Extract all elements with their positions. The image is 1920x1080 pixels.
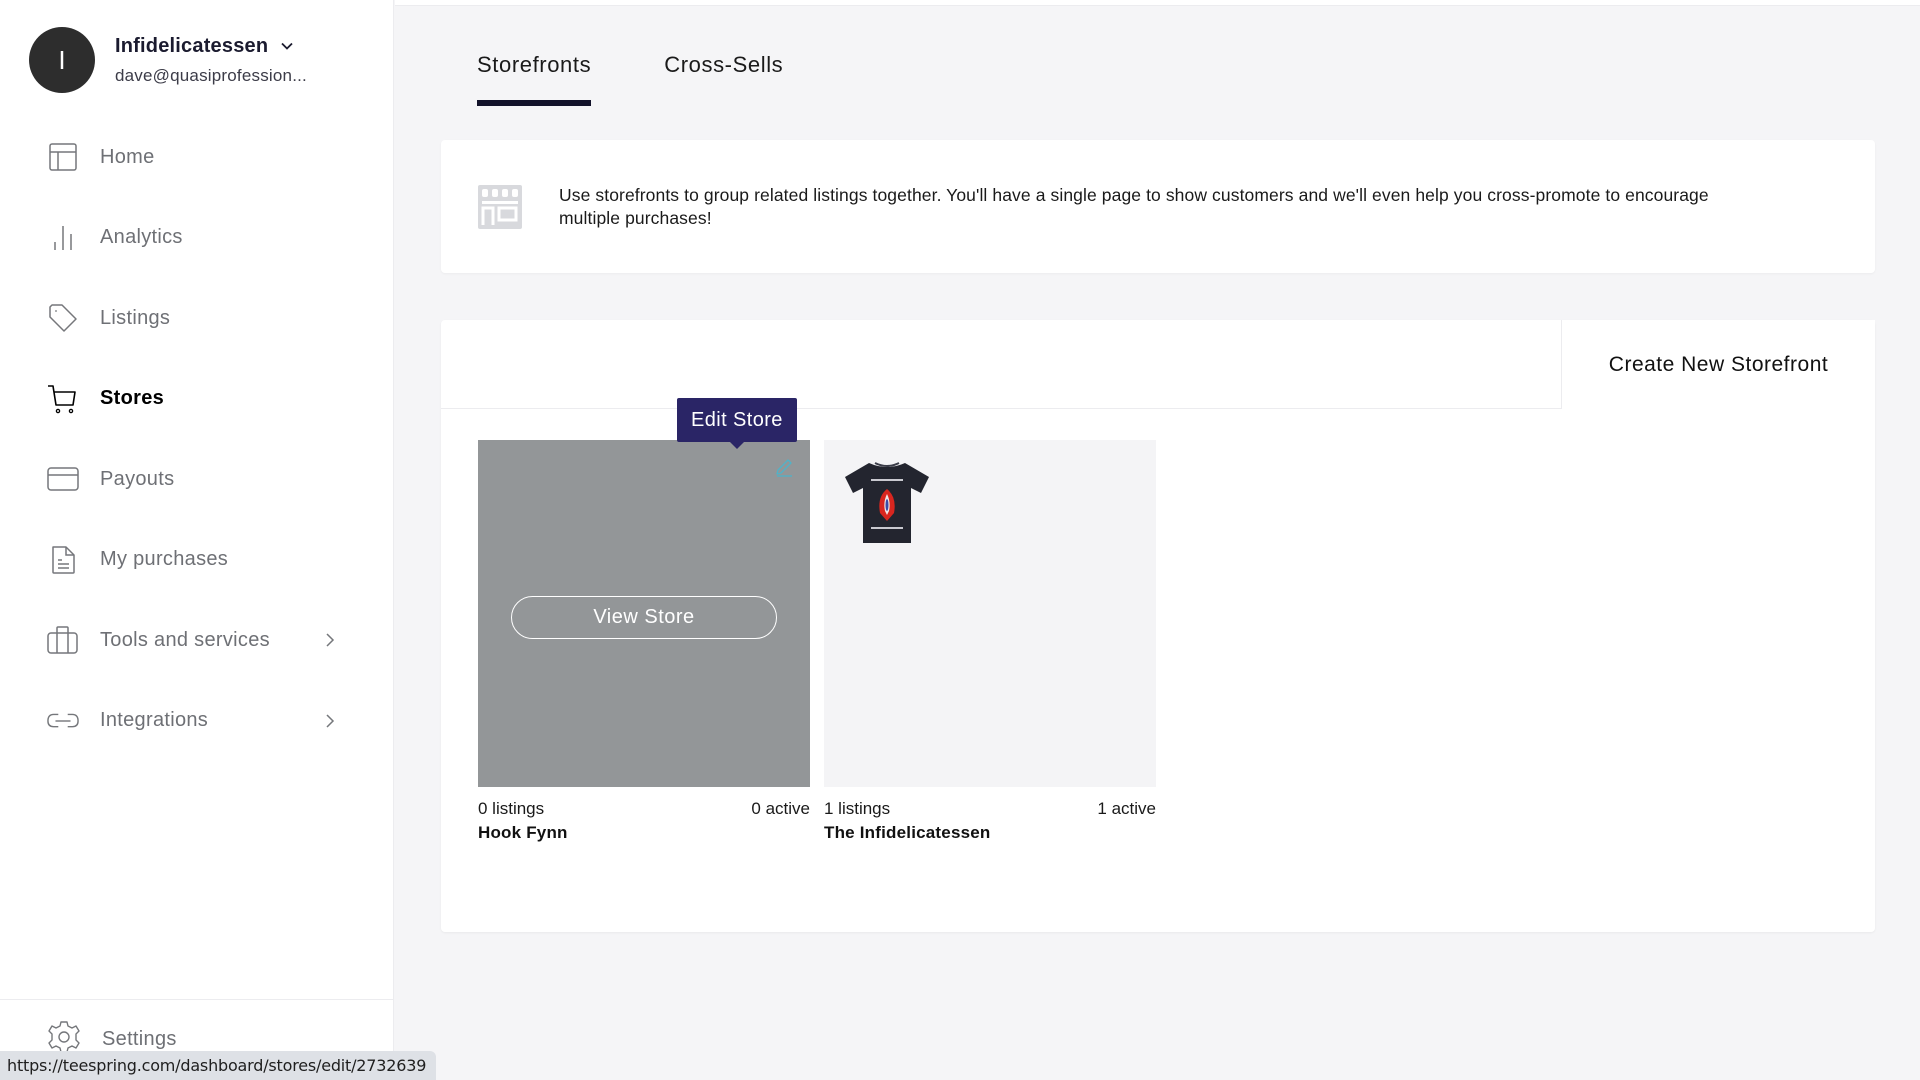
- pencil-icon[interactable]: [774, 458, 794, 478]
- storefronts-header: Create New Storefront: [441, 320, 1875, 409]
- view-store-button[interactable]: View Store: [511, 596, 777, 639]
- layout-icon: [47, 141, 79, 173]
- account-email: dave@quasiprofession...: [115, 65, 307, 85]
- store-card[interactable]: View Store 0 listings 0 active Hook Fynn: [478, 440, 810, 843]
- storefronts-panel: Create New Storefront View Store 0 listi…: [441, 320, 1875, 932]
- bar-chart-icon: [47, 222, 79, 254]
- sidebar-nav: Home Analytics Listings Stores Payouts M…: [0, 117, 394, 761]
- sidebar-item-label: My purchases: [100, 548, 229, 571]
- sidebar-item-payouts[interactable]: Payouts: [0, 439, 394, 520]
- settings-label: Settings: [102, 1028, 177, 1050]
- account-name[interactable]: Infidelicatessen: [115, 35, 307, 58]
- account-switcher[interactable]: I Infidelicatessen dave@quasiprofession.…: [29, 27, 307, 93]
- tab-storefronts[interactable]: Storefronts: [477, 52, 592, 106]
- store-card[interactable]: 1 listings 1 active The Infidelicatessen: [824, 440, 1156, 843]
- sidebar-item-label: Analytics: [100, 226, 183, 249]
- link-icon: [47, 705, 79, 737]
- tabs: Storefronts Cross-Sells: [477, 52, 856, 106]
- briefcase-icon: [47, 624, 79, 656]
- tag-icon: [47, 302, 79, 334]
- create-new-storefront-button[interactable]: Create New Storefront: [1561, 320, 1875, 409]
- active-count: 0 active: [751, 799, 810, 818]
- active-count: 1 active: [1097, 799, 1156, 818]
- store-name[interactable]: Hook Fynn: [478, 823, 810, 843]
- sidebar-item-my-purchases[interactable]: My purchases: [0, 520, 394, 601]
- account-name-text: Infidelicatessen: [115, 34, 269, 57]
- tab-cross-sells[interactable]: Cross-Sells: [664, 52, 783, 106]
- cart-icon: [47, 383, 79, 415]
- info-text: Use storefronts to group related listing…: [559, 184, 1709, 228]
- sidebar-divider: [0, 999, 394, 1000]
- sidebar-item-listings[interactable]: Listings: [0, 278, 394, 359]
- store-thumbnail[interactable]: View Store: [478, 440, 810, 787]
- chevron-right-icon: [326, 633, 335, 647]
- sidebar-item-label: Stores: [100, 387, 165, 410]
- tshirt-product-image: [845, 462, 929, 543]
- sidebar-item-integrations[interactable]: Integrations: [0, 681, 394, 762]
- chevron-right-icon: [326, 714, 335, 728]
- storefront-icon: [478, 184, 522, 229]
- edit-store-tooltip: Edit Store: [677, 398, 797, 442]
- status-bar-url: https://teespring.com/dashboard/stores/e…: [0, 1051, 437, 1080]
- avatar-initial: I: [58, 44, 66, 75]
- store-thumbnail[interactable]: [824, 440, 1156, 787]
- top-bar: [395, 0, 1920, 6]
- document-icon: [47, 544, 79, 576]
- listings-count: 0 listings: [478, 799, 545, 818]
- credit-card-icon: [47, 463, 79, 495]
- sidebar-item-label: Payouts: [100, 467, 175, 490]
- sidebar-item-label: Listings: [100, 306, 171, 329]
- sidebar-item-home[interactable]: Home: [0, 117, 394, 198]
- sidebar-item-label: Integrations: [100, 709, 209, 732]
- listings-count: 1 listings: [824, 799, 891, 818]
- info-card: Use storefronts to group related listing…: [441, 140, 1875, 273]
- chevron-down-icon: [281, 42, 293, 50]
- sidebar-item-label: Tools and services: [100, 628, 270, 651]
- sidebar-item-label: Home: [100, 145, 155, 168]
- sidebar: I Infidelicatessen dave@quasiprofession.…: [0, 0, 394, 1080]
- sidebar-item-stores[interactable]: Stores: [0, 359, 394, 440]
- sidebar-item-analytics[interactable]: Analytics: [0, 198, 394, 279]
- main-content: Storefronts Cross-Sells Use storefronts …: [395, 0, 1920, 1080]
- avatar: I: [29, 27, 95, 93]
- sidebar-item-tools-and-services[interactable]: Tools and services: [0, 600, 394, 681]
- store-name[interactable]: The Infidelicatessen: [824, 823, 1156, 843]
